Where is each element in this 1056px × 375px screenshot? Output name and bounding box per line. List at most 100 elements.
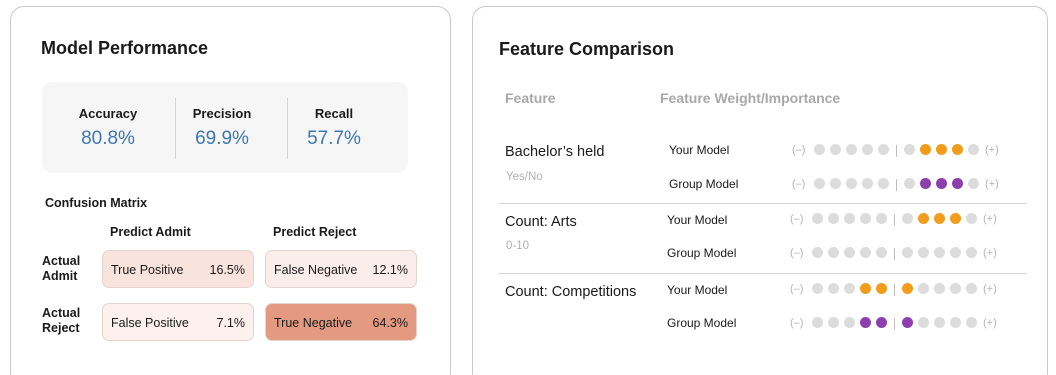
weight-dot-empty [934, 247, 945, 258]
weight-dot-empty [828, 283, 839, 294]
cell-label: True Negative [274, 316, 353, 330]
weight-dot-filled [952, 178, 963, 189]
weight-dot-empty [934, 317, 945, 328]
weight-dot-empty [862, 144, 873, 155]
weight-dot-filled [934, 213, 945, 224]
scale-min-label: (–) [790, 283, 804, 295]
weight-dot-empty [846, 178, 857, 189]
weight-dot-empty [878, 144, 889, 155]
weight-dot-empty [918, 283, 929, 294]
scale-min-label: (–) [790, 247, 804, 259]
row-divider [499, 203, 1027, 204]
weight-dot-empty [812, 317, 823, 328]
weight-dot-filled [920, 144, 931, 155]
accuracy-metric: Accuracy 80.8% [53, 82, 163, 173]
weight-dot-empty [968, 144, 979, 155]
weight-dot-empty [812, 283, 823, 294]
precision-label: Precision [192, 106, 252, 121]
center-divider [896, 145, 897, 157]
weight-dot-empty [878, 178, 889, 189]
weight-dot-empty [812, 213, 823, 224]
weight-dot-empty [828, 317, 839, 328]
weight-dot-filled [936, 178, 947, 189]
cell-value: 7.1% [216, 316, 246, 330]
accuracy-value: 80.8% [81, 128, 135, 149]
weight-dot-empty [966, 247, 977, 258]
weight-dot-empty [918, 317, 929, 328]
weight-dot-empty [860, 247, 871, 258]
cell-label: True Positive [111, 263, 184, 277]
weight-dot-filled [876, 283, 887, 294]
weight-dot-empty [844, 247, 855, 258]
weight-dot-empty [966, 283, 977, 294]
weight-dot-empty [904, 178, 915, 189]
weight-dot-filled [918, 213, 929, 224]
weight-dot-empty [966, 213, 977, 224]
model-performance-panel: Model Performance Accuracy 80.8% Precisi… [10, 6, 451, 375]
cell-label: False Negative [274, 263, 358, 277]
weight-dot-empty [830, 144, 841, 155]
weight-dot-empty [876, 247, 887, 258]
feature-column-header: Feature [505, 90, 556, 106]
precision-value: 69.9% [195, 128, 249, 149]
weight-dot-empty [966, 317, 977, 328]
weight-dot-empty [844, 213, 855, 224]
recall-label: Recall [314, 106, 354, 121]
weight-dot-empty [828, 213, 839, 224]
weight-dot-empty [844, 283, 855, 294]
feature-name-competitions: Count: Competitions [505, 284, 637, 300]
scale-max-label: (+) [983, 283, 997, 295]
center-divider [894, 214, 895, 226]
col-header-predict-reject: Predict Reject [273, 225, 357, 239]
weight-dot-empty [862, 178, 873, 189]
feature-range-arts: 0-10 [506, 240, 530, 252]
row-divider [499, 273, 1027, 274]
metrics-summary: Accuracy 80.8% Precision 69.9% Recall 57… [42, 82, 408, 173]
weight-dot-filled [952, 144, 963, 155]
center-divider [896, 179, 897, 191]
weight-dot-empty [814, 144, 825, 155]
feature-name-bachelors: Bachelor’s held [505, 144, 605, 160]
center-divider [894, 318, 895, 330]
weight-dot-empty [814, 178, 825, 189]
weight-dot-empty [812, 247, 823, 258]
weight-dot-empty [844, 317, 855, 328]
cell-value: 12.1% [372, 263, 408, 277]
row-header-actual-reject: Actual Reject [42, 306, 81, 335]
your-model-label: Your Model [667, 213, 728, 227]
feature-name-arts: Count: Arts [505, 214, 577, 230]
group-model-label: Group Model [669, 177, 739, 191]
scale-max-label: (+) [983, 213, 997, 225]
scale-min-label: (–) [792, 178, 806, 190]
center-divider [894, 284, 895, 296]
row-header-actual-admit: Actual Admit [42, 254, 81, 283]
scale-max-label: (+) [983, 317, 997, 329]
weight-column-header: Feature Weight/Importance [660, 90, 841, 106]
scale-min-label: (–) [790, 213, 804, 225]
group-model-label: Group Model [667, 246, 737, 260]
weight-dot-empty [904, 144, 915, 155]
weight-dot-empty [934, 283, 945, 294]
cell-value: 16.5% [209, 263, 245, 277]
cell-true-positive: True Positive 16.5% [102, 250, 254, 288]
weight-dot-empty [830, 178, 841, 189]
cell-false-positive: False Positive 7.1% [102, 303, 254, 341]
weight-dot-empty [860, 213, 871, 224]
feature-range-bachelors: Yes/No [506, 171, 543, 183]
scale-max-label: (+) [983, 247, 997, 259]
weight-dot-empty [876, 213, 887, 224]
weight-dot-empty [950, 247, 961, 258]
feature-comparison-title: Feature Comparison [499, 39, 675, 59]
weight-dot-empty [968, 178, 979, 189]
weight-dot-filled [950, 213, 961, 224]
recall-value: 57.7% [307, 128, 361, 149]
recall-metric: Recall 57.7% [279, 82, 389, 173]
accuracy-label: Accuracy [78, 106, 138, 121]
scale-min-label: (–) [790, 317, 804, 329]
weight-dot-filled [902, 283, 913, 294]
col-header-predict-admit: Predict Admit [110, 225, 191, 239]
cell-value: 64.3% [372, 316, 408, 330]
weight-dot-empty [950, 317, 961, 328]
cell-label: False Positive [111, 316, 189, 330]
weight-dot-empty [846, 144, 857, 155]
